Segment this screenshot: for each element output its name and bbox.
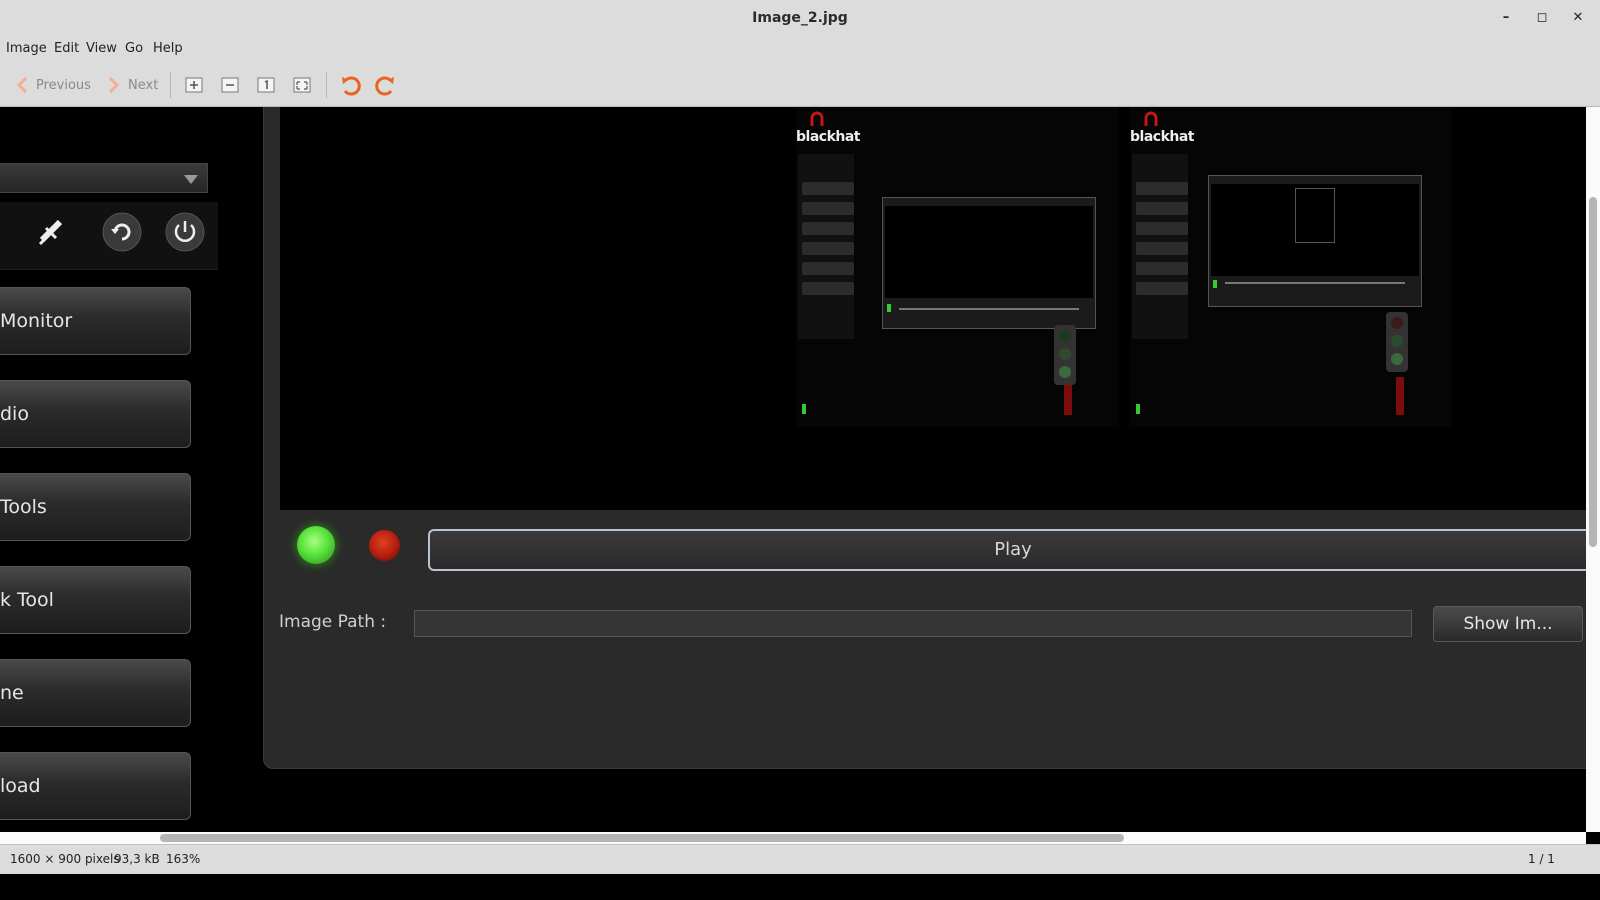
preview-thumbnail: blackhat [1130, 107, 1452, 427]
image-viewer-window: Image_2.jpg – ◻ ✕ Image Edit View Go Hel… [0, 0, 1600, 900]
side-button-tools[interactable]: Tools [0, 473, 191, 541]
menu-edit[interactable]: Edit [54, 41, 79, 56]
horizontal-scroll-thumb[interactable] [160, 834, 1124, 842]
close-button[interactable]: ✕ [1568, 8, 1588, 28]
toolbar: Previous Next [0, 62, 1600, 107]
side-button-download[interactable]: load [0, 752, 191, 820]
menu-view[interactable]: View [86, 41, 117, 56]
thumbnail-sidebar [798, 154, 854, 339]
thumbnail-sidebar [1132, 154, 1188, 339]
show-image-button[interactable]: Show Im... [1433, 606, 1583, 642]
zoom-out-icon[interactable] [219, 74, 241, 96]
zoom-in-icon[interactable] [183, 74, 205, 96]
plug-icon[interactable] [32, 212, 72, 252]
chevron-down-icon [184, 175, 198, 184]
page-counter: 1 / 1 [1528, 852, 1555, 866]
traffic-light [1054, 325, 1076, 385]
menu-bar: Image Edit View Go Help [0, 36, 1600, 62]
bottom-strip [0, 874, 1600, 900]
title-bar: Image_2.jpg – ◻ ✕ [0, 0, 1600, 36]
image-path-label: Image Path : [279, 612, 387, 632]
play-button[interactable]: Play [428, 529, 1586, 571]
traffic-light [1386, 312, 1408, 372]
zoom-fit-icon[interactable] [291, 74, 313, 96]
rotate-left-icon[interactable] [339, 74, 361, 96]
file-size: 93,3 kB [114, 852, 160, 866]
horizontal-scrollbar[interactable] [0, 832, 1586, 844]
menu-image[interactable]: Image [6, 41, 47, 56]
minimize-button[interactable]: – [1496, 8, 1516, 28]
thumbnail-brand: blackhat [796, 129, 860, 145]
menu-help[interactable]: Help [153, 41, 183, 56]
previous-button[interactable]: Previous [16, 74, 91, 96]
status-bar: 1600 × 900 pixels 93,3 kB 163% 1 / 1 [0, 844, 1600, 874]
zoom-normal-icon[interactable] [255, 74, 277, 96]
preview-thumbnail: blackhat [796, 107, 1118, 427]
thumbnail-window [1208, 175, 1422, 307]
vertical-scroll-thumb[interactable] [1589, 197, 1597, 547]
image-canvas[interactable]: Monitor dio Tools k Tool ne load blackha… [0, 107, 1586, 832]
thumbnail-window [882, 197, 1096, 329]
status-led-red [369, 530, 400, 561]
thumbnail-brand: blackhat [1130, 129, 1194, 145]
chevron-left-icon [16, 76, 28, 94]
toolbar-separator [326, 72, 327, 98]
vertical-scrollbar[interactable] [1586, 107, 1600, 832]
toolbar-separator [170, 72, 171, 98]
dropdown-select[interactable] [0, 163, 208, 193]
preview-area: blackhat blackhat [280, 107, 1586, 510]
previous-label: Previous [36, 77, 91, 93]
side-button-phone[interactable]: ne [0, 659, 191, 727]
next-button[interactable]: Next [108, 74, 158, 96]
logo-icon [1144, 111, 1158, 126]
side-button-audio[interactable]: dio [0, 380, 191, 448]
zoom-level: 163% [166, 852, 201, 866]
logo-icon [810, 111, 824, 126]
rotate-right-icon[interactable] [375, 74, 397, 96]
refresh-icon[interactable] [102, 212, 142, 252]
power-icon[interactable] [165, 212, 205, 252]
window-title: Image_2.jpg [752, 10, 848, 26]
maximize-button[interactable]: ◻ [1532, 8, 1552, 28]
chevron-right-icon [108, 76, 120, 94]
status-led-green [297, 526, 335, 564]
image-path-input[interactable] [414, 610, 1412, 637]
side-button-monitor[interactable]: Monitor [0, 287, 191, 355]
next-label: Next [128, 77, 159, 93]
menu-go[interactable]: Go [125, 41, 143, 56]
image-dimensions: 1600 × 900 pixels [10, 852, 120, 866]
side-button-tool[interactable]: k Tool [0, 566, 191, 634]
